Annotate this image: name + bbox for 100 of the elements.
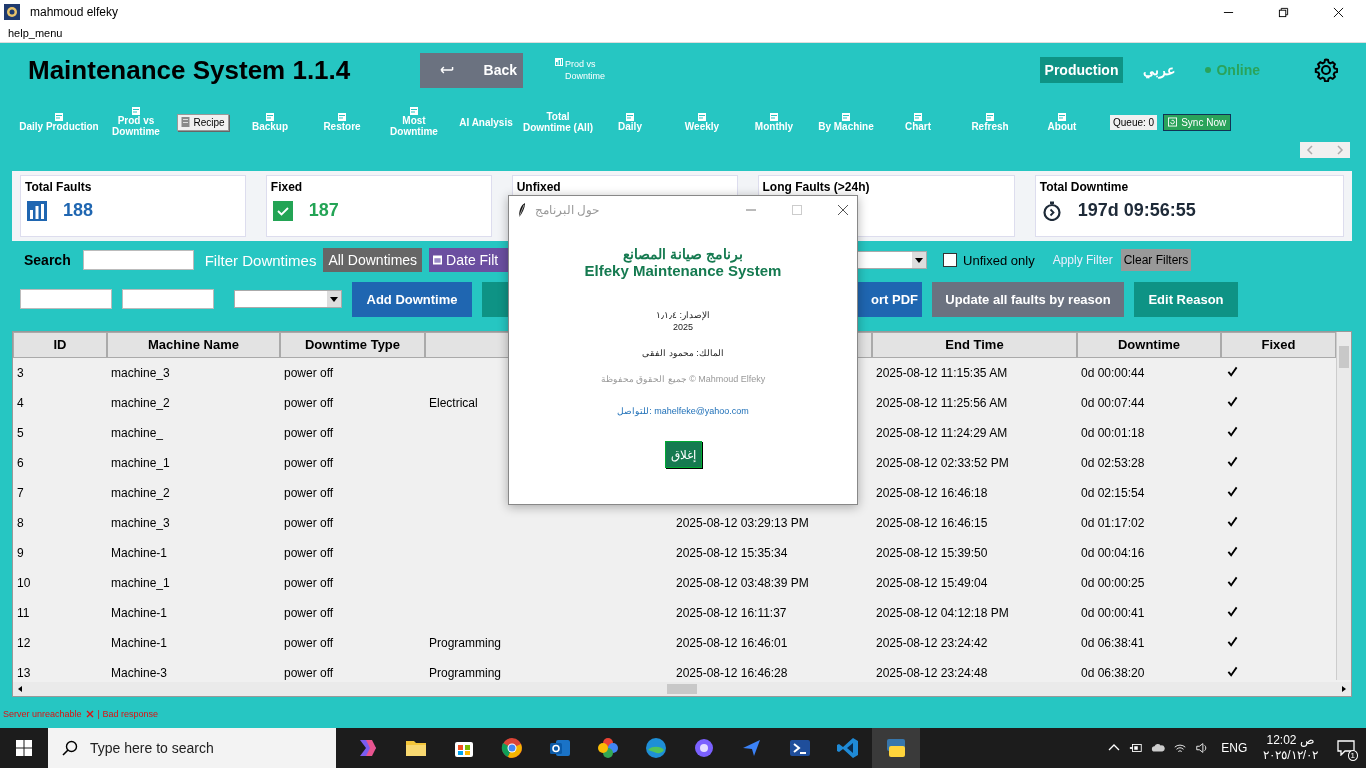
scroll-thumb[interactable] [667, 684, 697, 694]
app-title: Maintenance System 1.1.4 [28, 54, 352, 86]
battery-icon[interactable] [1129, 742, 1144, 754]
column-header[interactable]: Downtime [1077, 332, 1221, 358]
tile-icon [338, 112, 346, 121]
browser-icon[interactable] [644, 736, 668, 760]
column-header[interactable]: Machine Name [107, 332, 280, 358]
year-text: 2025 [673, 321, 693, 333]
table-cell: 2025-08-12 11:24:29 AM [876, 426, 1008, 440]
scroll-thumb[interactable] [1339, 346, 1349, 368]
python-icon[interactable] [884, 736, 908, 760]
table-cell: 2025-08-12 16:46:28 [676, 666, 788, 680]
table-cell: machine_2 [111, 396, 170, 410]
horizontal-scrollbar[interactable] [13, 682, 1351, 696]
vertical-scrollbar[interactable] [1336, 332, 1351, 680]
back-button[interactable]: Back [420, 52, 523, 88]
table-cell: Electrical [429, 396, 478, 410]
table-cell: power off [284, 576, 334, 590]
table-cell: 2025-08-12 16:46:18 [876, 486, 988, 500]
wifi-icon[interactable] [1173, 742, 1188, 754]
table-cell: machine_3 [111, 516, 170, 530]
taskbar-search-field[interactable]: Type here to search [48, 728, 336, 768]
code-editor-icon[interactable] [836, 736, 860, 760]
table-cell: 0d 00:00:25 [1081, 576, 1145, 590]
settings-icon[interactable] [1314, 58, 1338, 82]
window-title: mahmoud elfeky [30, 5, 119, 19]
scroll-left-icon[interactable] [16, 685, 24, 693]
table-cell: 2025-08-12 03:29:13 PM [676, 516, 809, 530]
cloud-icon[interactable] [1151, 742, 1166, 754]
table-cell: power off [284, 636, 334, 650]
app-icon [4, 4, 20, 20]
close-icon[interactable] [837, 204, 849, 216]
maximize-icon[interactable] [1278, 6, 1289, 18]
notification-count: 1 [1347, 750, 1358, 761]
mode-badge[interactable]: Production [1039, 57, 1124, 83]
tile-icon [842, 112, 850, 121]
document-icon [181, 117, 191, 127]
arrow-icon [440, 66, 454, 74]
tile-icon [914, 112, 922, 121]
tile-icon [55, 112, 63, 121]
calendar-icon [433, 255, 443, 265]
table-cell: 0d 06:38:20 [1081, 666, 1145, 680]
table-cell: power off [284, 456, 334, 470]
table-cell: 2025-08-12 16:46:15 [876, 516, 988, 530]
owner-text: المالك: محمود الفقى [642, 347, 724, 359]
notification-icon [1337, 740, 1355, 756]
table-cell: 0d 00:00:44 [1081, 366, 1145, 380]
tile-icon [698, 112, 706, 121]
action-button[interactable]: Update all faults by reason [932, 281, 1124, 317]
column-header[interactable]: ID [13, 332, 107, 358]
action-button[interactable]: Edit Reason [1134, 281, 1238, 317]
table-cell: 13 [17, 666, 31, 680]
column-header[interactable]: Downtime Type [280, 332, 425, 358]
card-label: Unfixed [516, 180, 562, 194]
scroll-right-icon[interactable] [1340, 685, 1348, 693]
column-header[interactable]: Fixed [1221, 332, 1336, 358]
action-button[interactable]: Add Downtime [352, 281, 472, 317]
browser-icon[interactable] [500, 736, 524, 760]
table-cell: 0d 01:17:02 [1081, 516, 1145, 530]
sync-button[interactable]: Sync Now [1163, 113, 1232, 131]
filter-label: Filter Downtimes [204, 251, 317, 269]
table-cell: power off [284, 546, 334, 560]
table-cell: 0d 00:04:16 [1081, 546, 1145, 560]
checkbox-label: Unfixed only [963, 252, 1035, 268]
search-field[interactable] [82, 250, 194, 270]
clear-filters-button[interactable]: Clear Filters [1120, 249, 1192, 271]
column-header[interactable]: End Time [872, 332, 1077, 358]
language-indicator[interactable]: ENG [1221, 741, 1248, 755]
notification-button[interactable]: 1 [1326, 728, 1366, 768]
recipe-button[interactable]: Recipe [177, 113, 229, 131]
app-icon[interactable] [692, 736, 716, 760]
bar-chart-icon [27, 200, 47, 221]
table-cell: machine_3 [111, 366, 170, 380]
table-cell: machine_ [111, 426, 164, 440]
table-cell: 7 [17, 486, 24, 500]
card-label: Fixed [270, 180, 304, 194]
stat-value: 197d 09:56:55 [1077, 200, 1196, 221]
table-cell: machine_1 [111, 456, 170, 470]
checkbox[interactable] [943, 253, 958, 267]
clock-date[interactable]: ٢٠٢٥/١٢/٠٢ [1263, 748, 1318, 763]
input-field[interactable] [20, 289, 112, 309]
pinwheel-icon[interactable] [596, 736, 620, 760]
table-cell: Machine-1 [111, 636, 168, 650]
menu-item[interactable]: help_menu [8, 27, 63, 39]
close-icon[interactable] [1333, 6, 1344, 18]
table-cell: 0d 00:07:44 [1081, 396, 1145, 410]
table-cell: machine_2 [111, 486, 170, 500]
close-button[interactable]: إغلاق [664, 441, 702, 468]
input-field[interactable] [122, 289, 214, 309]
status-dot-icon [1205, 67, 1212, 73]
table-cell: Machine-1 [111, 606, 168, 620]
clock-time[interactable]: 12:02 ص [1266, 733, 1315, 748]
all-downtimes-button[interactable]: All Downtimes [323, 248, 423, 272]
dialog-heading: Elfeky Maintenance System [584, 262, 782, 279]
start-icon[interactable] [16, 740, 32, 756]
table-cell: 2025-08-12 23:24:48 [876, 666, 988, 680]
caret-icon [912, 252, 927, 268]
version-text: الإصدار: ١٫١٫٤ [656, 309, 710, 321]
tile-icon [1058, 112, 1066, 121]
bar-chart-icon [555, 58, 563, 66]
